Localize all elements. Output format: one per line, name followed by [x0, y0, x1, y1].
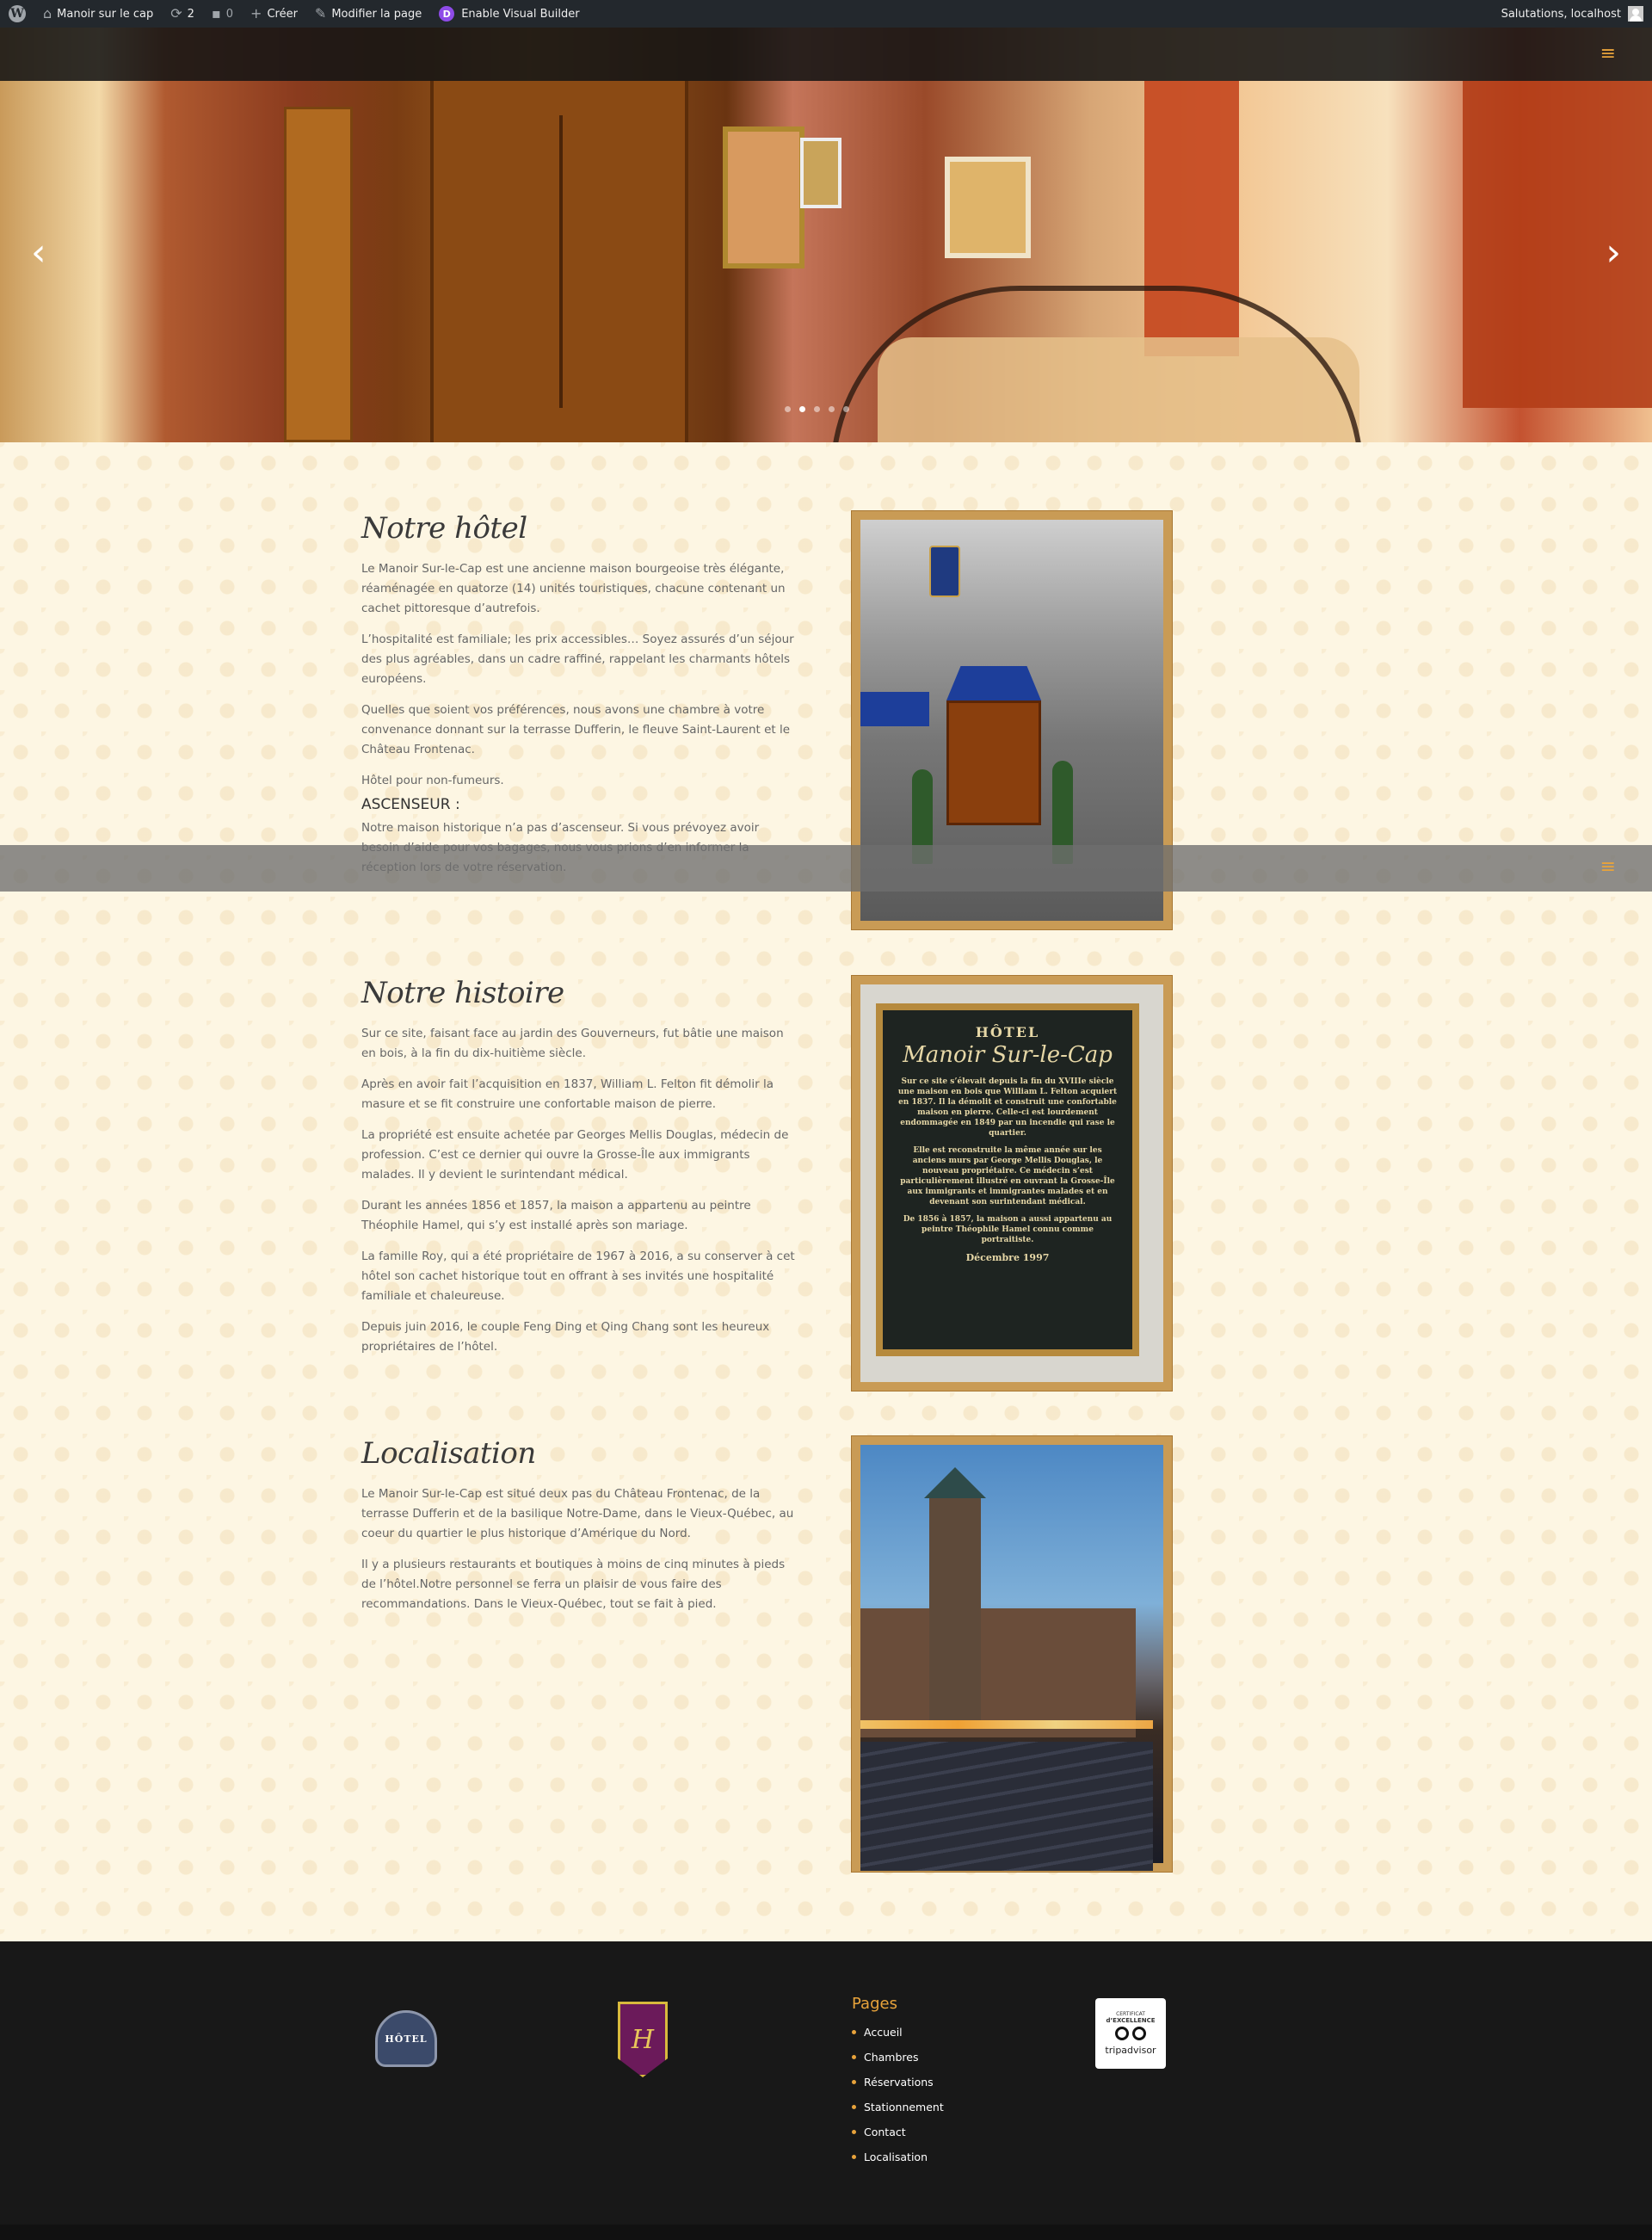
- tripadvisor-owl-icon: [1115, 2027, 1146, 2042]
- plaque-text: Sur ce site s’élevait depuis la fin du X…: [897, 1077, 1118, 1138]
- edit-page-label: Modifier la page: [331, 7, 422, 21]
- slider-dot[interactable]: [814, 406, 820, 412]
- updates-link[interactable]: ⟳ 2: [162, 0, 203, 28]
- comment-icon: ▪: [211, 5, 221, 22]
- comments-link[interactable]: ▪ 0: [203, 0, 242, 28]
- pages-list: Accueil Chambres Réservations Stationnem…: [852, 2020, 944, 2169]
- commemorative-plaque: HÔTEL Manoir Sur-le-Cap Sur ce site s’él…: [876, 1003, 1139, 1356]
- slider-prev-icon[interactable]: ‹: [31, 234, 46, 272]
- slide-mirror: [723, 127, 804, 268]
- menu-icon[interactable]: ≡: [1600, 43, 1616, 65]
- awning: [946, 666, 1041, 700]
- section-location: Localisation Le Manoir Sur-le-Cap est si…: [361, 1436, 1172, 1872]
- menu-icon[interactable]: ≡: [1600, 856, 1616, 878]
- main-content: Notre hôtel Le Manoir Sur-le-Cap est une…: [0, 442, 1652, 1941]
- paragraph: La propriété est ensuite achetée par Geo…: [361, 1128, 789, 1182]
- visual-builder-link[interactable]: D Enable Visual Builder: [430, 0, 588, 28]
- badge-brand: tripadvisor: [1105, 2045, 1156, 2056]
- slider-pagination: [785, 406, 849, 412]
- plaque-header: HÔTEL: [975, 1024, 1040, 1040]
- badge-line1: CERTIFICAT: [1116, 2011, 1145, 2017]
- slide-wardrobe: [430, 81, 688, 442]
- visual-builder-label: Enable Visual Builder: [461, 7, 580, 21]
- footer-link-contact[interactable]: Contact: [852, 2120, 944, 2144]
- site-footer: HÔTEL H Pages Accueil Chambres Réservati…: [0, 1941, 1652, 2240]
- footer-link-chambres[interactable]: Chambres: [852, 2045, 944, 2070]
- hotel-logo[interactable]: HÔTEL: [375, 2010, 437, 2067]
- section-history: Notre histoire Sur ce site, faisant face…: [361, 976, 1172, 1391]
- section-hotel: Notre hôtel Le Manoir Sur-le-Cap est une…: [361, 511, 1172, 929]
- slide-door: [284, 107, 353, 442]
- footer-link-stationnement[interactable]: Stationnement: [852, 2095, 944, 2120]
- entrance-door: [946, 700, 1041, 825]
- plaque-date: Décembre 1997: [965, 1252, 1050, 1263]
- divi-icon: D: [439, 6, 455, 22]
- hero-slider: ≡ ‹ ›: [0, 28, 1652, 442]
- plaque-text: Elle est reconstruite la même année sur …: [900, 1146, 1115, 1206]
- slider-next-icon[interactable]: ›: [1606, 234, 1621, 272]
- slide-small-painting: [800, 138, 841, 208]
- slider-dot[interactable]: [799, 406, 805, 412]
- pages-title: Pages: [852, 1995, 897, 2013]
- home-icon: ⌂: [43, 5, 52, 22]
- awning: [860, 692, 929, 726]
- slider-dot[interactable]: [843, 406, 849, 412]
- create-menu[interactable]: + Créer: [242, 0, 306, 28]
- footer-bottom-bar: [0, 2225, 1652, 2240]
- hotel-logo-text: HÔTEL: [385, 2033, 428, 2045]
- plaque-name: Manoir Sur-le-Cap: [903, 1042, 1113, 1068]
- crest-letter: H: [631, 2024, 655, 2055]
- slide-bed-frame: [830, 286, 1364, 442]
- greeting: Salutations, localhost: [1501, 7, 1621, 21]
- paragraph: Le Manoir Sur-le-Cap est une ancienne ma…: [361, 562, 786, 615]
- paragraph: Il y a plusieurs restaurants et boutique…: [361, 1558, 786, 1611]
- paragraph: Après en avoir fait l’acquisition en 183…: [361, 1077, 774, 1111]
- paragraph: Le Manoir Sur-le-Cap est situé deux pas …: [361, 1487, 794, 1540]
- admin-bar: W ⌂ Manoir sur le cap ⟳ 2 ▪ 0 + Créer ✎ …: [0, 0, 1652, 28]
- pencil-icon: ✎: [314, 5, 327, 22]
- site-name: Manoir sur le cap: [57, 7, 154, 21]
- hotel-sign: [929, 546, 960, 597]
- wordpress-icon: W: [9, 5, 26, 22]
- site-name-link[interactable]: ⌂ Manoir sur le cap: [34, 0, 162, 28]
- paragraph: Depuis juin 2016, le couple Feng Ding et…: [361, 1320, 770, 1354]
- edit-page-link[interactable]: ✎ Modifier la page: [306, 0, 430, 28]
- comments-count: 0: [225, 7, 234, 21]
- paragraph: La famille Roy, qui a été propriétaire d…: [361, 1250, 795, 1303]
- sticky-header: ≡: [0, 845, 1652, 892]
- chateau-tower: [924, 1467, 986, 1720]
- site-header: ≡: [0, 28, 1652, 81]
- plaque-text: De 1856 à 1857, la maison a aussi appart…: [903, 1215, 1113, 1244]
- badge-line2: d’EXCELLENCE: [1106, 2017, 1156, 2024]
- avatar: [1628, 6, 1643, 22]
- footer-link-reservations[interactable]: Réservations: [852, 2070, 944, 2095]
- paragraph: Hôtel pour non-fumeurs.: [361, 774, 504, 787]
- footer-link-localisation[interactable]: Localisation: [852, 2144, 944, 2169]
- paragraph: Sur ce site, faisant face au jardin des …: [361, 1027, 784, 1060]
- plus-icon: +: [250, 5, 262, 22]
- chateau-building: [860, 1608, 1136, 1737]
- wordpress-menu[interactable]: W: [0, 0, 34, 28]
- footer-link-accueil[interactable]: Accueil: [852, 2020, 944, 2045]
- city-lights: [860, 1720, 1153, 1729]
- slide-curtain-right: [1463, 81, 1652, 408]
- slider-dot[interactable]: [785, 406, 791, 412]
- slide-flower-painting: [945, 157, 1031, 258]
- wet-terrace: [860, 1742, 1153, 1871]
- paragraph: Quelles que soient vos préférences, nous…: [361, 703, 791, 756]
- chateau-frontenac-photo: [852, 1436, 1172, 1872]
- paragraph: Durant les années 1856 et 1857, la maiso…: [361, 1199, 751, 1232]
- create-label: Créer: [267, 7, 298, 21]
- slider-dot[interactable]: [829, 406, 835, 412]
- paragraph: L’hospitalité est familiale; les prix ac…: [361, 633, 794, 686]
- footer-pages-widget: Pages Accueil Chambres Réservations Stat…: [852, 1995, 944, 2169]
- tripadvisor-badge[interactable]: CERTIFICAT d’EXCELLENCE tripadvisor: [1095, 1998, 1166, 2069]
- updates-count: 2: [187, 7, 194, 21]
- account-menu[interactable]: Salutations, localhost: [1493, 0, 1652, 28]
- plaque-photo: HÔTEL Manoir Sur-le-Cap Sur ce site s’él…: [852, 976, 1172, 1391]
- refresh-icon: ⟳: [170, 5, 182, 22]
- hotel-crest-logo[interactable]: H: [618, 2002, 668, 2077]
